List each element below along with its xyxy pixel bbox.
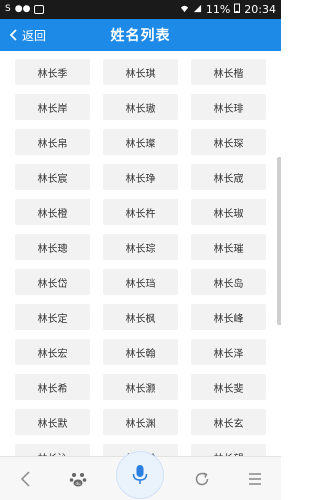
back-button[interactable]: 返回 [8, 19, 46, 51]
refresh-icon [195, 472, 209, 486]
name-item[interactable]: 林长璈 [103, 94, 178, 120]
title-bar: 返回 姓名列表 [0, 19, 281, 51]
name-grid: 林长季 林长琪 林长楷 林长岸 林长璈 林长琲 林长帛 林长璨 林长琛 林长宸 林长琤 林长宬 林长橙林… [15, 59, 266, 456]
name-item[interactable]: 林长璁 [15, 234, 90, 260]
wifi-icon [180, 4, 189, 16]
name-item[interactable]: 林长岸 [15, 94, 90, 120]
name-item[interactable]: 林长琪 [103, 59, 178, 85]
status-bar: S ●● 11% 20:34 [0, 0, 281, 19]
microphone-icon [132, 465, 148, 484]
nav-back-button[interactable] [8, 457, 44, 500]
pinyin-s-icon: S [5, 4, 11, 14]
svg-text:du: du [75, 481, 81, 486]
bottom-nav: du [0, 451, 281, 500]
wechat-icon: ●● [14, 4, 31, 14]
signal-icon [193, 4, 202, 16]
name-item[interactable]: 林长琛 [191, 129, 266, 155]
name-list[interactable]: 林长季 林长琪 林长楷 林长岸 林长璈 林长琲 林长帛 林长璨 林长琛 林长宸 林长琤 林长宬 林长橙林… [0, 51, 281, 456]
name-item[interactable]: 林长翰 [103, 339, 178, 365]
name-item[interactable]: 林长默 [15, 409, 90, 435]
battery-icon [234, 3, 241, 16]
name-item[interactable]: 林长宸 [15, 164, 90, 190]
gallery-icon [34, 5, 45, 14]
name-item[interactable]: 林长橙 [15, 199, 90, 225]
scroll-handle[interactable] [277, 157, 281, 325]
name-item[interactable]: 林长帛 [15, 129, 90, 155]
back-icon [20, 471, 30, 487]
name-item[interactable]: 林长璀 [191, 234, 266, 260]
name-item[interactable]: 林长斐 [191, 374, 266, 400]
battery-percent: 11% [205, 3, 231, 16]
refresh-button[interactable] [184, 457, 220, 500]
page-title: 姓名列表 [110, 28, 171, 44]
name-item[interactable]: 林长琡 [191, 199, 266, 225]
name-item[interactable]: 林长灏 [103, 374, 178, 400]
name-item[interactable]: 林长璨 [103, 129, 178, 155]
name-item[interactable]: 林长沁 [15, 444, 90, 456]
name-item[interactable]: 林长岛 [191, 269, 266, 295]
name-item[interactable]: 林长定 [15, 304, 90, 330]
name-item[interactable]: 林长杵 [103, 199, 178, 225]
name-item[interactable]: 林长峰 [191, 304, 266, 330]
name-item[interactable]: 林长岱 [15, 269, 90, 295]
name-item[interactable]: 林长渊 [103, 409, 178, 435]
name-item[interactable]: 林长琲 [191, 94, 266, 120]
name-item[interactable]: 林长琮 [103, 234, 178, 260]
name-item[interactable]: 林长季 [15, 59, 90, 85]
name-item[interactable]: 林长琤 [103, 164, 178, 190]
name-item[interactable]: 林长宬 [191, 164, 266, 190]
name-item[interactable]: 林长泽 [191, 339, 266, 365]
name-item[interactable]: 林长望 [191, 444, 266, 456]
menu-button[interactable] [237, 457, 273, 500]
name-item[interactable]: 林长希 [15, 374, 90, 400]
baidu-paw-icon: du [69, 473, 87, 487]
name-item[interactable]: 林长楷 [191, 59, 266, 85]
name-item[interactable]: 林长玄 [191, 409, 266, 435]
menu-icon [249, 473, 261, 485]
status-left: S ●● [5, 4, 45, 14]
status-right: 11% 20:34 [180, 3, 276, 16]
voice-search-button[interactable] [116, 451, 164, 499]
chevron-left-icon [9, 29, 17, 41]
name-item[interactable]: 林长宏 [15, 339, 90, 365]
name-item[interactable]: 林长枫 [103, 304, 178, 330]
name-item[interactable]: 林长珰 [103, 269, 178, 295]
clock: 20:34 [244, 3, 276, 16]
nav-home-button[interactable]: du [60, 457, 96, 500]
back-label: 返回 [22, 28, 47, 43]
